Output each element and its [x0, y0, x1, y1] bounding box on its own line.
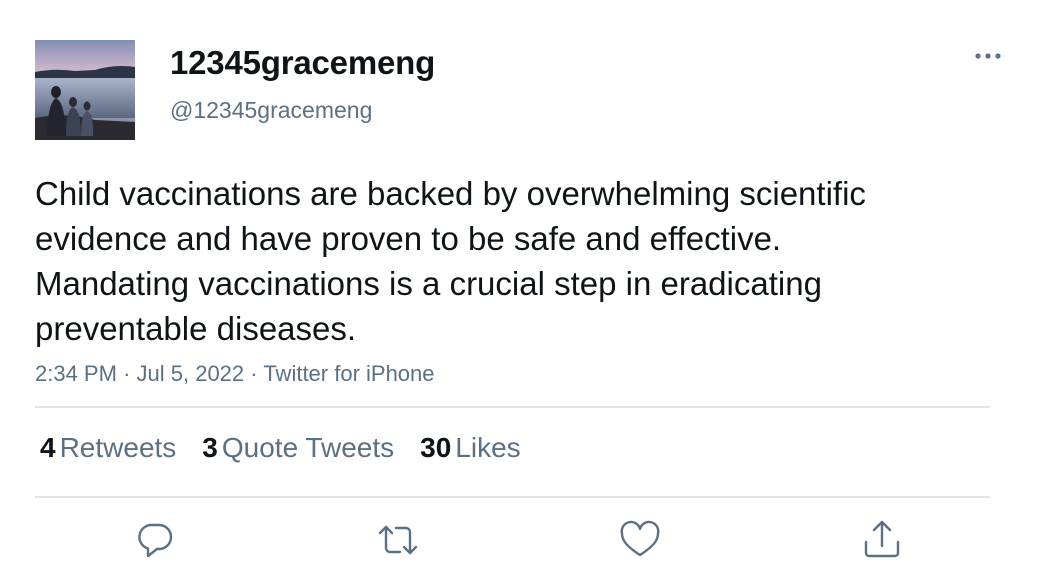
retweets-stat[interactable]: 4 Retweets — [40, 432, 176, 464]
tweet-time[interactable]: 2:34 PM — [35, 361, 117, 386]
quote-tweets-stat[interactable]: 3 Quote Tweets — [202, 432, 394, 464]
divider — [35, 406, 990, 408]
tweet-card: 12345gracemeng @12345gracemeng Child vac… — [0, 0, 1050, 570]
retweets-count: 4 — [40, 432, 56, 463]
quote-tweets-count: 3 — [202, 432, 218, 463]
tweet-stats: 4 Retweets 3 Quote Tweets 30 Likes — [40, 432, 547, 464]
display-name[interactable]: 12345gracemeng — [170, 44, 435, 82]
divider — [35, 496, 990, 498]
meta-separator: · — [250, 361, 258, 386]
quote-tweets-label: Quote Tweets — [221, 432, 395, 463]
retweet-icon[interactable] — [376, 518, 420, 562]
avatar[interactable] — [35, 40, 135, 140]
tweet-source[interactable]: Twitter for iPhone — [263, 361, 434, 386]
retweets-label: Retweets — [59, 432, 177, 463]
avatar-photo — [35, 40, 135, 140]
more-options-icon[interactable] — [968, 40, 1008, 72]
user-handle[interactable]: @12345gracemeng — [170, 97, 372, 124]
likes-count: 30 — [420, 432, 452, 463]
meta-separator: · — [123, 361, 131, 386]
reply-icon[interactable] — [133, 518, 177, 562]
likes-label: Likes — [455, 432, 521, 463]
tweet-text: Child vaccinations are backed by overwhe… — [35, 175, 866, 347]
likes-stat[interactable]: 30 Likes — [420, 432, 521, 464]
tweet-date[interactable]: Jul 5, 2022 — [137, 361, 245, 386]
like-icon[interactable] — [618, 518, 662, 562]
share-icon[interactable] — [860, 518, 904, 562]
tweet-meta: 2:34 PM · Jul 5, 2022 · Twitter for iPho… — [35, 361, 435, 387]
